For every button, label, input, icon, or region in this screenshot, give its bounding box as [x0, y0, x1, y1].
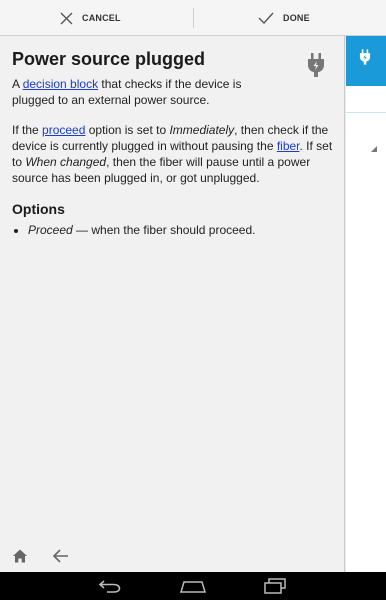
options-list: Proceed — when the fiber should proceed. — [12, 222, 337, 238]
help-navigation — [0, 548, 345, 572]
options-heading: Options — [12, 201, 65, 217]
nav-recents-button[interactable] — [263, 578, 287, 599]
active-block-tile[interactable] — [346, 36, 386, 86]
option-name: Proceed — [28, 223, 73, 237]
close-icon — [60, 12, 73, 24]
decision-block-link[interactable]: decision block — [23, 77, 98, 91]
field-underline — [346, 112, 386, 113]
help-panel: Power source plugged A decision block th… — [0, 36, 345, 572]
back-arrow-icon — [52, 549, 68, 563]
home-button[interactable] — [12, 548, 28, 569]
nav-home-icon — [179, 581, 207, 593]
done-button[interactable]: DONE — [258, 0, 310, 36]
nav-home-button[interactable] — [179, 580, 207, 598]
nav-back-button[interactable] — [98, 578, 122, 599]
background-editor — [346, 36, 386, 572]
cancel-label: CANCEL — [82, 13, 121, 23]
list-item: Proceed — when the fiber should proceed. — [28, 222, 337, 238]
nav-back-icon — [98, 580, 121, 593]
proceed-link[interactable]: proceed — [42, 123, 85, 137]
back-button[interactable] — [52, 548, 70, 569]
action-bar: CANCEL DONE — [0, 0, 386, 36]
home-icon — [13, 549, 27, 563]
text-span: option is set to — [85, 123, 170, 137]
option-description: — when the fiber should proceed. — [72, 223, 256, 237]
dropdown-corner-icon[interactable] — [371, 146, 377, 152]
check-icon — [258, 12, 274, 24]
power-plug-icon — [359, 49, 371, 65]
description-paragraph: A decision block that checks if the devi… — [12, 76, 252, 108]
text-span: If the — [12, 123, 43, 137]
done-label: DONE — [283, 13, 310, 23]
page-title: Power source plugged — [12, 49, 206, 69]
action-divider — [193, 8, 194, 28]
nav-recents-icon — [264, 578, 286, 594]
system-nav-bar — [0, 572, 386, 600]
emphasis-text: Immediately — [169, 123, 235, 137]
power-plug-icon — [308, 53, 324, 77]
help-content: Power source plugged A decision block th… — [12, 48, 337, 238]
behavior-paragraph: If the proceed option is set to Immediat… — [12, 122, 337, 186]
fiber-link[interactable]: fiber — [277, 139, 300, 153]
text-span: A — [12, 77, 23, 91]
cancel-button[interactable]: CANCEL — [60, 0, 121, 36]
emphasis-text: When changed — [25, 155, 107, 169]
